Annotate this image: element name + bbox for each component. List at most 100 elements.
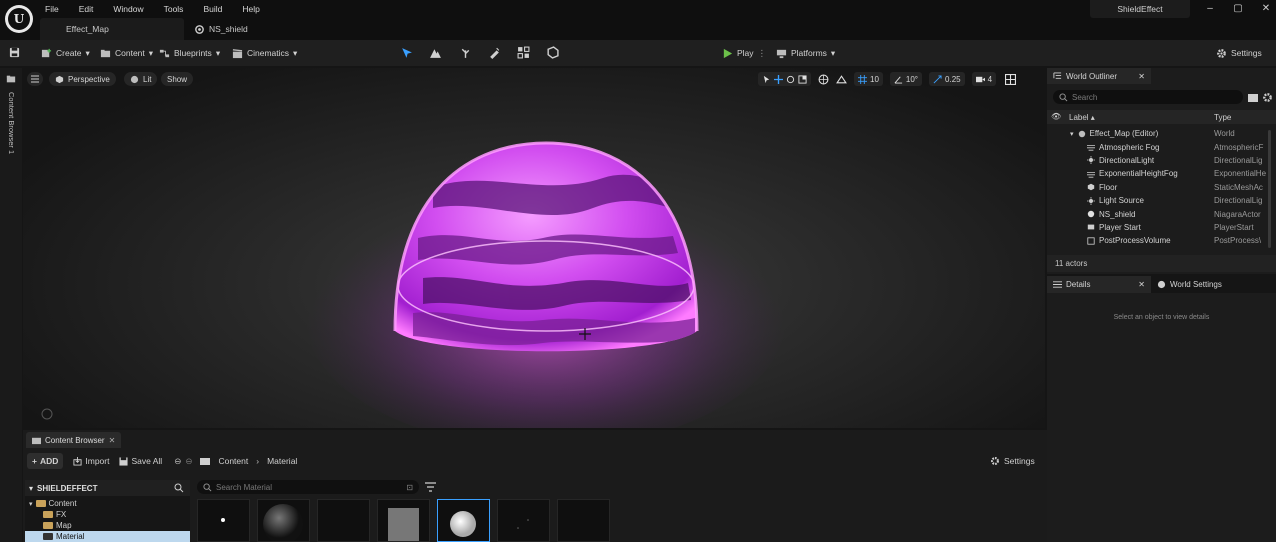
outliner-row-atmospheric-fog[interactable]: Atmospheric Fog AtmosphericF [1047, 140, 1276, 153]
asset-search-input[interactable]: Search Material ⊡ [197, 480, 419, 494]
play-button[interactable]: Play ⋮ [722, 45, 766, 61]
level-viewport[interactable]: Perspective Lit Show 10 10° 0.25 4 [23, 68, 1045, 428]
show-button[interactable]: Show [161, 72, 194, 86]
scale-snap-button[interactable]: 0.25 [929, 72, 965, 86]
viewport-layout-icon[interactable] [1005, 73, 1017, 85]
outliner-row-light-source[interactable]: Light Source DirectionalLig [1047, 194, 1276, 207]
folder-tree-header[interactable]: ▾ SHIELDEFFECT [25, 480, 190, 496]
save-icon[interactable] [9, 47, 20, 58]
mesh-paint-icon[interactable] [488, 46, 501, 59]
row-type: StaticMeshAc [1214, 182, 1263, 192]
world-settings-tab[interactable]: World Settings [1151, 276, 1228, 293]
settings-button[interactable]: Settings [1216, 45, 1262, 61]
close-icon[interactable]: ✕ [1138, 72, 1145, 81]
filter-icon[interactable] [425, 482, 436, 492]
world-outliner-tab[interactable]: World Outliner ✕ [1047, 68, 1151, 84]
column-label[interactable]: Label ▴ [1069, 113, 1095, 122]
close-icon[interactable]: ✕ [1138, 280, 1145, 289]
maximize-button[interactable]: ▢ [1223, 3, 1253, 17]
fracture-mode-icon[interactable] [517, 46, 530, 59]
content-browser-drawer[interactable]: Content Browser 1 [0, 68, 22, 542]
rotation-snap-button[interactable]: 10° [889, 72, 923, 86]
asset-thumbnail-selected[interactable] [437, 499, 490, 542]
path-content[interactable]: Content [218, 456, 248, 466]
column-type[interactable]: Type [1214, 113, 1231, 122]
import-icon [73, 456, 82, 466]
blueprints-button[interactable]: Blueprints ▾ [159, 45, 220, 61]
asset-thumbnail[interactable] [557, 499, 610, 542]
asset-thumbnail[interactable] [317, 499, 370, 542]
viewport-menu-button[interactable] [27, 72, 43, 86]
row-type: PostProcess\ [1214, 236, 1262, 246]
tree-item-fx[interactable]: FX [25, 509, 190, 520]
foliage-mode-icon[interactable] [459, 46, 472, 59]
perspective-button[interactable]: Perspective [49, 72, 116, 86]
menu-build[interactable]: Build [203, 4, 242, 14]
details-tab[interactable]: Details ✕ [1047, 276, 1151, 293]
gear-icon[interactable] [1262, 92, 1273, 103]
outliner-scrollbar[interactable] [1048, 128, 1052, 246]
help-icon[interactable] [41, 408, 53, 420]
outliner-row-effect-map[interactable]: ▾ Effect_Map (Editor) World [1047, 127, 1276, 140]
outliner-row-exponential-height-fog[interactable]: ExponentialHeightFog ExponentialHe [1047, 167, 1276, 180]
grid-snap-button[interactable]: 10 [854, 72, 883, 86]
landscape-mode-icon[interactable] [429, 46, 442, 59]
save-all-button[interactable]: Save All [119, 456, 162, 466]
tree-item-material[interactable]: Material [25, 531, 190, 542]
outliner-row-floor[interactable]: Floor StaticMeshAc [1047, 181, 1276, 194]
outliner-row-post-process-volume[interactable]: PostProcessVolume PostProcess\ [1047, 234, 1276, 247]
plus-icon: + [32, 456, 37, 466]
camera-speed-button[interactable]: 4 [971, 72, 997, 86]
save-search-icon[interactable]: ⊡ [406, 483, 413, 492]
menu-help[interactable]: Help [242, 4, 279, 14]
outliner-scrollbar-thumb[interactable] [1268, 130, 1271, 248]
asset-thumbnail[interactable] [497, 499, 550, 542]
menu-file[interactable]: File [45, 4, 79, 14]
outliner-search-input[interactable]: Search [1053, 90, 1243, 104]
platforms-label: Platforms [791, 48, 827, 58]
content-browser-tab[interactable]: Content Browser ✕ [26, 432, 122, 448]
asset-thumbnail[interactable] [377, 499, 430, 542]
outliner-icon [1053, 71, 1062, 79]
content-browser-settings-button[interactable]: Settings [990, 452, 1035, 470]
platforms-button[interactable]: Platforms ▾ [776, 45, 835, 61]
close-window-button[interactable]: ✕ [1251, 3, 1276, 17]
select-tool-button[interactable] [758, 72, 811, 86]
outliner-row-directional-light[interactable]: DirectionalLight DirectionalLig [1047, 154, 1276, 167]
content-browser-icon [6, 75, 16, 83]
content-browser-drawer-label: Content Browser 1 [7, 92, 16, 155]
tree-item-content[interactable]: ▾ Content [25, 498, 190, 509]
lit-button[interactable]: Lit [124, 72, 158, 86]
import-label: Import [85, 456, 110, 466]
world-space-icon[interactable] [818, 74, 829, 85]
menu-window[interactable]: Window [113, 4, 163, 14]
import-button[interactable]: Import [73, 456, 109, 466]
history-forward-icon[interactable]: ⊖ [185, 456, 192, 467]
asset-thumbnail[interactable] [257, 499, 310, 542]
surface-snap-icon[interactable] [836, 74, 847, 85]
outliner-row-ns-shield[interactable]: NS_shield NiagaraActor [1047, 207, 1276, 220]
tab-ns-shield[interactable]: NS_shield [190, 18, 310, 40]
tab-effect-map[interactable]: Effect_Map [40, 18, 184, 40]
menu-tools[interactable]: Tools [164, 4, 204, 14]
cinematics-button[interactable]: Cinematics ▾ [232, 45, 297, 61]
close-icon[interactable]: ✕ [109, 436, 116, 445]
search-icon[interactable] [174, 483, 184, 493]
menu-edit[interactable]: Edit [79, 4, 114, 14]
history-back-icon[interactable]: ⊖ [174, 456, 181, 467]
outliner-row-player-start[interactable]: Player Start PlayerStart [1047, 221, 1276, 234]
add-button[interactable]: + ADD [27, 453, 64, 469]
add-folder-icon[interactable] [1248, 93, 1258, 102]
unreal-logo-icon[interactable]: U [5, 5, 33, 33]
create-button[interactable]: Create ▾ [41, 45, 90, 61]
content-button[interactable]: Content ▾ [100, 45, 153, 61]
save-all-label: Save All [131, 456, 163, 466]
title-bar: U File Edit Window Tools Build Help Effe… [0, 0, 1276, 40]
visibility-icon[interactable]: 👁 [1051, 112, 1061, 121]
tree-item-map[interactable]: Map [25, 520, 190, 531]
asset-thumbnail[interactable] [197, 499, 250, 542]
minimize-button[interactable]: – [1195, 3, 1225, 17]
select-mode-icon[interactable] [400, 46, 413, 59]
path-material[interactable]: Material [267, 456, 297, 466]
modeling-mode-icon[interactable] [546, 46, 559, 59]
